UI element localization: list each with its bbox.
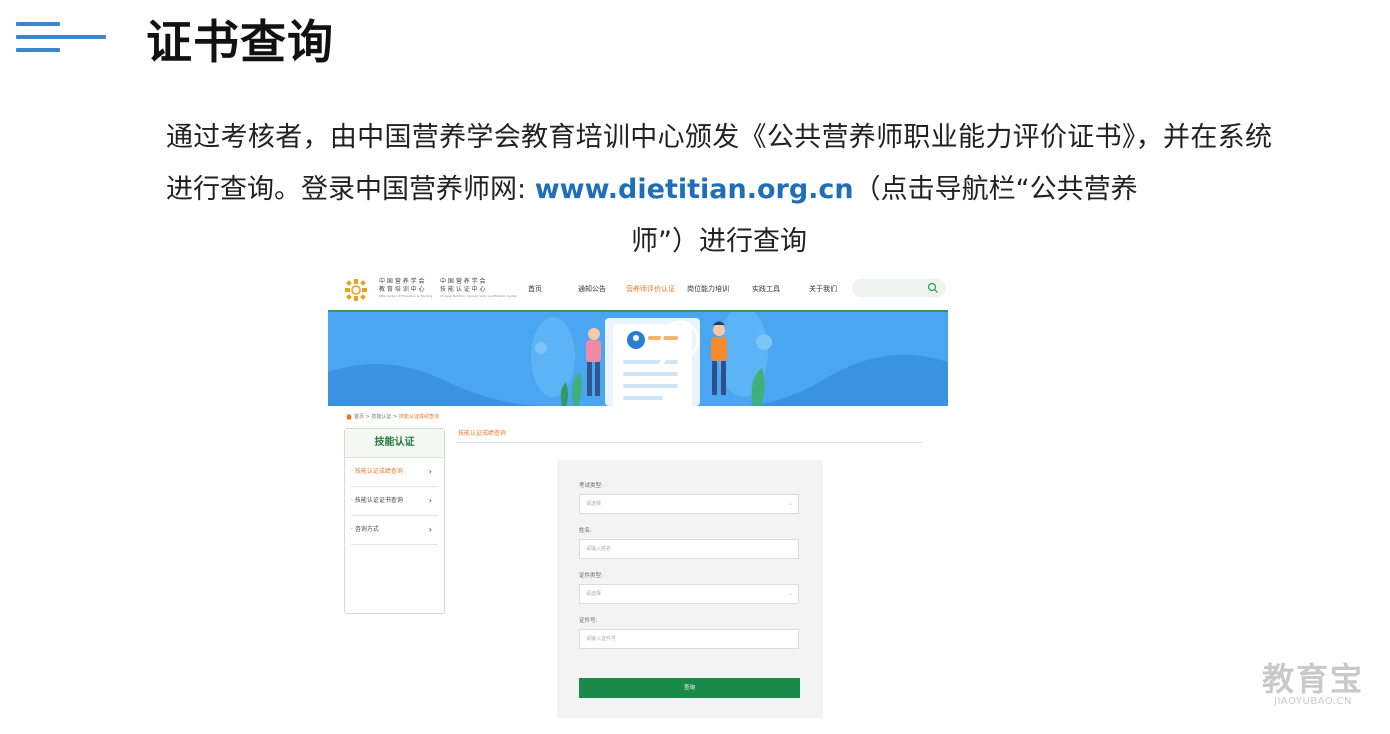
search-icon[interactable] <box>927 282 939 294</box>
query-form: 考试类型: 请选择 ⌄ 姓名: 请输入姓名 证件类型: 请选择 ⌄ 证件号: 请… <box>557 460 823 718</box>
id-type-value: 请选择 <box>586 591 602 597</box>
id-number-input[interactable]: 请输入证件号 <box>579 629 799 649</box>
nav-notices[interactable]: 通知公告 <box>578 284 606 294</box>
id-number-label: 证件号: <box>579 618 598 624</box>
exam-type-select[interactable]: 请选择 ⌄ <box>579 494 799 514</box>
nav-about[interactable]: 关于我们 <box>809 284 837 294</box>
website-link[interactable]: www.dietitian.org.cn <box>535 174 854 205</box>
site-logo-text-1: 中 国 营 养 学 会 教 育 培 训 中 心 CNS Center of Ed… <box>379 278 433 298</box>
exam-type-label: 考试类型: <box>579 483 603 489</box>
sidebar-item-label: · 咨询方式 <box>351 526 379 533</box>
breadcrumb-current: 技能认证成绩查询 <box>398 414 439 420</box>
name-input[interactable]: 请输入姓名 <box>579 539 799 559</box>
description-text-3: 师”）进行查询 <box>631 226 807 257</box>
slide-title: 证书查询 <box>146 15 334 69</box>
breadcrumb-home[interactable]: 首页 <box>354 414 364 420</box>
nav-tools[interactable]: 实践工具 <box>752 284 780 294</box>
breadcrumb-separator: > <box>365 414 370 420</box>
watermark-logo: 教育宝 JIAOYUBAO.CN <box>1256 662 1370 708</box>
sidebar-title: 技能认证 <box>345 429 444 458</box>
id-type-label: 证件类型: <box>579 573 603 579</box>
divider <box>456 442 922 443</box>
sidebar-item-contact[interactable]: · 咨询方式 › <box>351 516 438 545</box>
breadcrumb: 首页 > 技能认证 > 技能认证成绩查询 <box>346 413 439 420</box>
exam-type-value: 请选择 <box>586 501 602 507</box>
chevron-down-icon: ⌄ <box>787 500 793 507</box>
nav-job-training[interactable]: 岗位能力培训 <box>687 284 729 294</box>
site-logo-text-2: 中 国 营 养 学 会 技 能 认 证 中 心 Chinese Nutritio… <box>440 278 518 298</box>
sidebar-item-score-query[interactable]: · 技能认证成绩查询 › <box>351 458 438 487</box>
nav-home[interactable]: 首页 <box>528 284 542 294</box>
chevron-right-icon: › <box>428 467 432 476</box>
query-button[interactable]: 查询 <box>579 678 800 698</box>
banner-illustration <box>328 312 948 406</box>
site-navbar: 中 国 营 养 学 会 教 育 培 训 中 心 CNS Center of Ed… <box>328 270 948 312</box>
sidebar-item-certificate-query[interactable]: · 技能认证证书查询 › <box>351 487 438 516</box>
site-banner <box>328 312 948 406</box>
breadcrumb-level1[interactable]: 技能认证 <box>371 414 391 420</box>
description-paragraph: 通过考核者，由中国营养学会教育培训中心颁发《公共营养师职业能力评价证书》，并在系… <box>166 112 1272 268</box>
chevron-right-icon: › <box>428 525 432 534</box>
breadcrumb-separator: > <box>393 414 398 420</box>
website-screenshot: 中 国 营 养 学 会 教 育 培 训 中 心 CNS Center of Ed… <box>328 270 948 722</box>
name-placeholder: 请输入姓名 <box>586 546 612 552</box>
description-text-2: （点击导航栏“公共营养 <box>853 174 1138 205</box>
home-icon <box>346 413 352 420</box>
site-logo-icon <box>345 279 367 301</box>
chevron-right-icon: › <box>428 496 432 505</box>
nav-dietitian-certification[interactable]: 营养师评价认证 <box>626 284 675 294</box>
id-type-select[interactable]: 请选择 ⌄ <box>579 584 799 604</box>
sidebar-item-label: · 技能认证证书查询 <box>351 497 403 504</box>
sidebar: 技能认证 · 技能认证成绩查询 › · 技能认证证书查询 › · 咨询方式 › <box>344 428 445 614</box>
section-title: 技能认证成绩查询 <box>458 430 507 437</box>
site-search-input[interactable] <box>852 279 946 297</box>
decorative-lines-icon <box>16 18 108 58</box>
id-number-placeholder: 请输入证件号 <box>586 636 617 642</box>
watermark-cn: 教育宝 <box>1261 660 1364 698</box>
chevron-down-icon: ⌄ <box>787 590 793 597</box>
name-label: 姓名: <box>579 528 592 534</box>
sidebar-item-label: · 技能认证成绩查询 <box>351 468 403 475</box>
